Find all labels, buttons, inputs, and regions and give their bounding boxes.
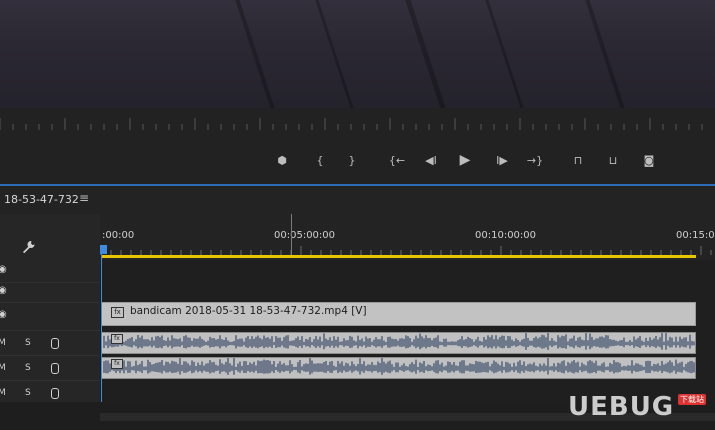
track-header-v1[interactable]: ◉ [0, 302, 100, 331]
timecode-5min: 00:05:00:00 [274, 230, 336, 241]
track-header-v3[interactable]: ◉ [0, 260, 100, 283]
track-header-a2[interactable]: M S [0, 355, 100, 381]
mute-button[interactable]: M [0, 363, 6, 373]
program-monitor-preview [0, 0, 715, 108]
audio-clip-a2[interactable]: fx [101, 357, 696, 379]
video-clip-label: bandicam 2018-05-31 18-53-47-732.mp4 [V] [130, 305, 367, 317]
microphone-icon[interactable] [51, 338, 59, 349]
timecode-10min: 00:10:00:00 [475, 230, 537, 241]
sequence-tab-name[interactable]: 18-53-47-732 [4, 193, 79, 206]
go-to-in-icon[interactable]: {← [385, 148, 409, 172]
microphone-icon[interactable] [51, 388, 59, 399]
camera-icon[interactable]: ◙ [637, 148, 661, 172]
transport-controls: ⬢ {} {← ◀I ▶ I▶ →} ⊓ ⊔ ◙ [0, 148, 715, 174]
mark-out-icon[interactable]: } [340, 148, 364, 172]
eye-icon[interactable]: ◉ [0, 285, 7, 296]
watermark-sub: 下载站 [678, 394, 706, 405]
monitor-mini-ruler[interactable] [0, 116, 715, 134]
wrench-icon[interactable] [22, 240, 36, 254]
work-area-bar[interactable] [102, 255, 696, 258]
playhead-line [101, 254, 102, 402]
eye-icon[interactable]: ◉ [0, 309, 7, 320]
solo-button[interactable]: S [25, 338, 31, 348]
timeline-header [0, 186, 715, 214]
video-clip[interactable]: fx bandicam 2018-05-31 18-53-47-732.mp4 … [101, 302, 696, 326]
lift-icon[interactable]: ⊓ [566, 148, 590, 172]
timecode-0: :00:00 [102, 230, 135, 241]
solo-button[interactable]: S [25, 363, 31, 373]
play-icon[interactable]: ▶ [453, 148, 477, 172]
mute-button[interactable]: M [0, 388, 6, 398]
hamburger-menu-icon[interactable]: ≡ [79, 191, 89, 205]
step-forward-icon[interactable]: I▶ [490, 148, 514, 172]
microphone-icon[interactable] [51, 363, 59, 374]
watermark-logo: UEBUG 下载站 [560, 392, 710, 426]
track-header-v2[interactable]: ◉ [0, 282, 100, 303]
timecode-15min: 00:15:0 [676, 230, 715, 241]
fx-badge-icon: fx [111, 307, 124, 318]
audio-waveform [103, 358, 695, 375]
watermark-brand: UEBUG [568, 392, 675, 422]
step-back-icon[interactable]: ◀I [419, 148, 443, 172]
audio-waveform [103, 333, 695, 350]
playhead-handle[interactable] [100, 245, 107, 254]
mark-in-icon[interactable]: { [308, 148, 332, 172]
eye-icon[interactable]: ◉ [0, 264, 7, 275]
fx-badge-icon: fx [111, 359, 123, 369]
go-to-out-icon[interactable]: →} [523, 148, 547, 172]
audio-clip-a1[interactable]: fx [101, 332, 696, 354]
extract-icon[interactable]: ⊔ [601, 148, 625, 172]
track-header-a3[interactable]: M S [0, 380, 100, 403]
track-header-a1[interactable]: M S [0, 330, 100, 356]
mute-button[interactable]: M [0, 338, 6, 348]
marker-icon[interactable]: ⬢ [270, 148, 294, 172]
track-lane-v3[interactable] [100, 260, 715, 283]
fx-badge-icon: fx [111, 334, 123, 344]
track-lane-v2[interactable] [100, 282, 715, 303]
hover-indicator [291, 214, 292, 256]
solo-button[interactable]: S [25, 388, 31, 398]
